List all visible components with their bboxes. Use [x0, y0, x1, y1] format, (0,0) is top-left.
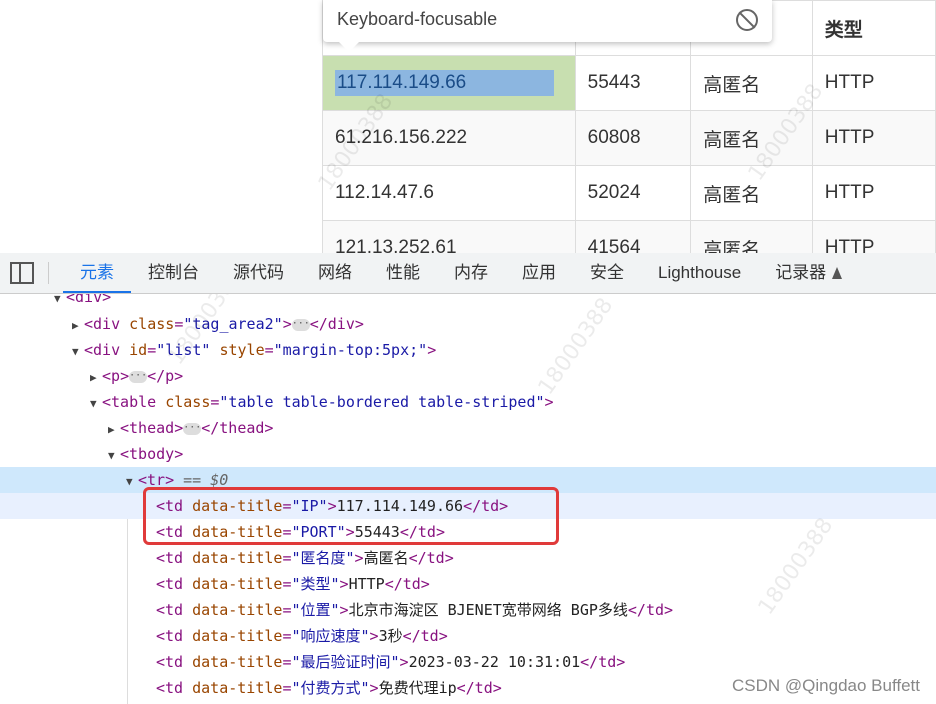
expand-triangle-icon[interactable]: ▼ — [126, 469, 138, 495]
dom-node[interactable]: ▼ <div id="list" style="margin-top:5px;"> — [0, 337, 936, 363]
tab-console[interactable]: 控制台 — [131, 253, 216, 293]
table-row: 112.14.47.6 52024 高匿名 HTTP — [322, 165, 936, 221]
devtools-tabbar: 元素 控制台 源代码 网络 性能 内存 应用 安全 Lighthouse 记录器 — [0, 253, 936, 294]
expand-triangle-icon[interactable]: ▼ — [72, 339, 84, 365]
dom-node[interactable]: ▶ <p>···</p> — [0, 363, 936, 389]
ellipsis-icon[interactable]: ··· — [129, 370, 147, 383]
expand-triangle-icon[interactable]: ▼ — [90, 391, 102, 417]
dom-node[interactable]: ▼ <tbody> — [0, 441, 936, 467]
dock-side-icon[interactable] — [10, 262, 34, 284]
dom-node[interactable]: ▼ <div> — [0, 294, 936, 310]
dom-node[interactable]: <td data-title="最后验证时间">2023-03-22 10:31… — [0, 649, 936, 675]
tab-lighthouse[interactable]: Lighthouse — [641, 253, 758, 293]
expand-triangle-icon[interactable]: ▼ — [108, 443, 120, 469]
credit-text: CSDN @Qingdao Buffett — [732, 676, 920, 695]
tab-application[interactable]: 应用 — [505, 253, 573, 293]
page-viewport: 类型 117.114.149.66 55443 高匿名 HTTP 61.216.… — [0, 0, 936, 253]
collapse-triangle-icon[interactable]: ▶ — [108, 417, 120, 443]
tab-elements[interactable]: 元素 — [63, 253, 131, 293]
ellipsis-icon[interactable]: ··· — [291, 318, 310, 331]
dom-node[interactable]: ▶ <thead>···</thead> — [0, 415, 936, 441]
header-type: 类型 — [811, 0, 936, 56]
table-row: 117.114.149.66 55443 高匿名 HTTP — [322, 55, 936, 111]
dom-node[interactable]: <td data-title="位置">北京市海淀区 BJENET宽带网络 BG… — [0, 597, 936, 623]
tooltip-text: Keyboard-focusable — [337, 9, 498, 29]
tab-security[interactable]: 安全 — [573, 253, 641, 293]
tab-recorder[interactable]: 记录器 — [758, 253, 859, 293]
annotation-red-box — [143, 487, 559, 545]
ellipsis-icon[interactable]: ··· — [183, 422, 201, 435]
flask-icon — [832, 267, 843, 279]
tab-network[interactable]: 网络 — [301, 253, 369, 293]
table-row: 121.13.252.61 41564 高匿名 HTTP — [322, 220, 936, 253]
table-row: 61.216.156.222 60808 高匿名 HTTP — [322, 110, 936, 166]
dom-node[interactable]: ▶ <div class="tag_area2">···</div> — [0, 311, 936, 337]
tab-sources[interactable]: 源代码 — [216, 253, 301, 293]
dom-node[interactable]: ▼ <table class="table table-bordered tabl… — [0, 389, 936, 415]
collapse-triangle-icon[interactable]: ▶ — [72, 313, 84, 339]
inspect-tooltip: Keyboard-focusable — [323, 0, 772, 52]
not-allowed-icon — [736, 9, 758, 31]
collapse-triangle-icon[interactable]: ▶ — [90, 365, 102, 391]
tab-memory[interactable]: 内存 — [437, 253, 505, 293]
expand-triangle-icon[interactable]: ▼ — [0, 294, 66, 312]
tab-performance[interactable]: 性能 — [369, 253, 437, 293]
dom-node[interactable]: <td data-title="响应速度">3秒</td> — [0, 623, 936, 649]
ip-cell-highlighted[interactable]: 117.114.149.66 — [322, 55, 576, 111]
